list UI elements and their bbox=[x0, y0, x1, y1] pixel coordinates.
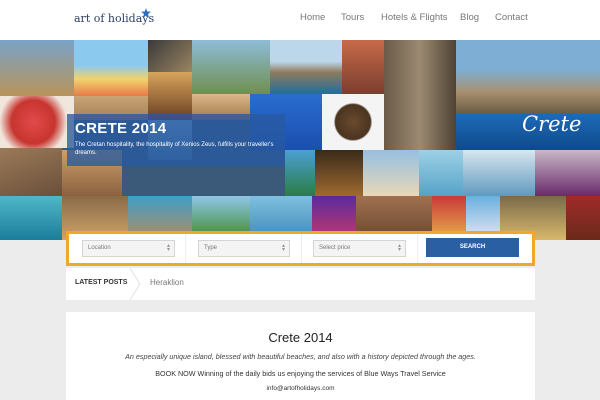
photo-tile bbox=[384, 40, 456, 150]
nav-blog[interactable]: Blog bbox=[460, 12, 479, 23]
location-select[interactable]: Location ▴ ▾ bbox=[82, 240, 175, 257]
nav-tours[interactable]: Tours bbox=[341, 12, 364, 23]
hero-script-caption: Crete bbox=[522, 112, 582, 136]
site-header: art of holidays Home Tours Hotels & Flig… bbox=[0, 0, 600, 40]
photo-tile bbox=[456, 40, 600, 114]
contact-email[interactable]: info@artofholidays.com bbox=[66, 385, 535, 392]
latest-posts-bar: LATEST POSTS Heraklion bbox=[66, 268, 535, 300]
nav-hotels-flights[interactable]: Hotels & Flights bbox=[381, 12, 448, 23]
updown-arrow-icon: ▴ ▾ bbox=[397, 243, 401, 253]
hero-title: CRETE 2014 bbox=[75, 120, 167, 137]
divider bbox=[301, 234, 302, 263]
type-select[interactable]: Type ▴ ▾ bbox=[198, 240, 290, 257]
photo-tile bbox=[0, 196, 62, 240]
location-select-label: Location bbox=[88, 245, 111, 251]
site-logo[interactable]: art of holidays bbox=[74, 8, 154, 25]
photo-tile bbox=[535, 150, 600, 196]
photo-tile bbox=[192, 40, 270, 94]
photo-tile bbox=[148, 40, 192, 72]
price-select[interactable]: Select price ▴ ▾ bbox=[313, 240, 406, 257]
photo-tile bbox=[0, 148, 62, 196]
updown-arrow-icon: ▴ ▾ bbox=[281, 243, 285, 253]
photo-tile bbox=[363, 150, 419, 196]
star-icon bbox=[141, 8, 151, 18]
content-card: Crete 2014 An especially unique island, … bbox=[66, 312, 535, 400]
content-lead: An especially unique island, blessed wit… bbox=[125, 352, 476, 361]
photo-tile bbox=[342, 40, 384, 94]
photo-tile bbox=[0, 96, 74, 148]
photo-tile bbox=[419, 150, 463, 196]
photo-tile bbox=[322, 94, 384, 150]
search-button[interactable]: SEARCH bbox=[426, 238, 519, 257]
divider bbox=[185, 234, 186, 263]
latest-post-link[interactable]: Heraklion bbox=[150, 278, 184, 287]
hero-collage: CRETE 2014 The Cretan hospitality, the h… bbox=[0, 40, 600, 240]
photo-tile bbox=[463, 150, 535, 196]
price-select-label: Select price bbox=[319, 245, 351, 251]
photo-tile bbox=[315, 150, 363, 196]
content-title: Crete 2014 bbox=[268, 330, 333, 345]
nav-home[interactable]: Home bbox=[300, 12, 325, 23]
nav-contact[interactable]: Contact bbox=[495, 12, 528, 23]
latest-posts-label: LATEST POSTS bbox=[75, 279, 128, 286]
type-select-label: Type bbox=[204, 245, 218, 251]
photo-tile bbox=[566, 196, 600, 240]
hero-caption-box: CRETE 2014 The Cretan hospitality, the h… bbox=[67, 114, 285, 166]
photo-tile bbox=[270, 40, 342, 94]
photo-tile bbox=[74, 40, 148, 96]
hero-subtitle: The Cretan hospitality, the hospitality … bbox=[75, 142, 274, 156]
content-booking-line: BOOK NOW Winning of the daily bids us en… bbox=[155, 369, 446, 378]
photo-tile bbox=[0, 40, 74, 96]
divider bbox=[417, 234, 418, 263]
photo-tile bbox=[148, 72, 192, 120]
updown-arrow-icon: ▴ ▾ bbox=[166, 243, 170, 253]
search-bar: Location ▴ ▾ Type ▴ ▾ Select price ▴ ▾ SEAR… bbox=[66, 231, 535, 266]
photo-tile bbox=[285, 150, 315, 196]
chevron-right-icon bbox=[129, 268, 141, 300]
